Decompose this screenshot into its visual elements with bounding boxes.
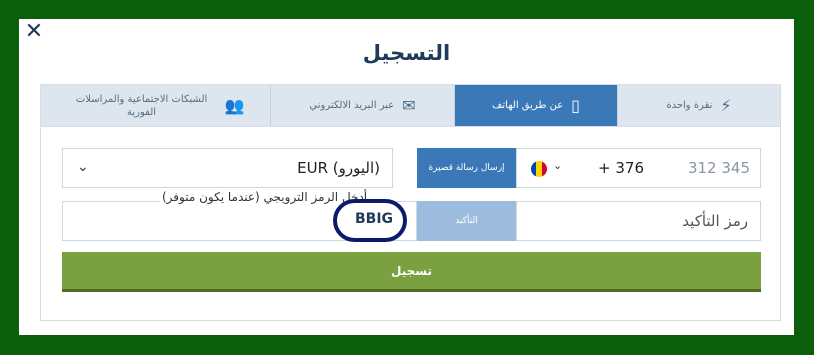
promo-code-label: أدخل الرمز الترويجي (عندما يكون متوفر) (160, 190, 370, 204)
tab-email[interactable]: ✉ عبر البريد الالكتروني (270, 85, 454, 126)
phone-number: 312 345 (687, 159, 750, 177)
close-icon[interactable]: ✕ (23, 21, 45, 43)
confirm-button[interactable]: التأكيد (417, 201, 516, 241)
phone-field[interactable]: ⌄ + 376 312 345 (516, 148, 761, 188)
send-sms-button[interactable]: إرسال رسالة قصيرة (417, 148, 516, 188)
envelope-icon: ✉ (402, 96, 416, 115)
lightning-icon: ⚡ (720, 96, 732, 115)
phone-icon: ▯ (571, 96, 580, 115)
highlight-circle (333, 199, 407, 242)
confirmation-code-placeholder: رمز التأكيد (682, 212, 748, 230)
chevron-down-icon[interactable]: ⌄ (553, 159, 562, 172)
confirmation-code-field[interactable]: رمز التأكيد (516, 201, 761, 241)
registration-modal: ✕ التسجيل ⚡ نقرة واحدة ▯ عن طريق الهاتف … (19, 19, 794, 335)
tab-one-click[interactable]: ⚡ نقرة واحدة (617, 85, 780, 126)
tab-label: الشبكات الاجتماعية والمراسلات الفورية (75, 93, 208, 118)
tab-social[interactable]: 👥 الشبكات الاجتماعية والمراسلات الفورية (41, 85, 270, 126)
page-title: التسجيل (362, 41, 451, 65)
tab-label: نقرة واحدة (666, 100, 713, 111)
users-icon: 👥 (224, 96, 245, 115)
phone-code: + 376 (598, 159, 644, 177)
tab-label: عن طريق الهاتف (492, 100, 564, 111)
register-button[interactable]: تسجيل (62, 252, 761, 292)
chevron-down-icon: ⌄ (77, 159, 89, 175)
currency-select[interactable]: ⌄ EUR (اليورو) (62, 148, 393, 188)
tab-label: عبر البريد الالكتروني (309, 100, 395, 111)
currency-value: EUR (اليورو) (297, 159, 380, 177)
tabs: ⚡ نقرة واحدة ▯ عن طريق الهاتف ✉ عبر البر… (41, 85, 780, 127)
tab-phone[interactable]: ▯ عن طريق الهاتف (454, 85, 617, 126)
flag-icon[interactable] (531, 161, 547, 177)
